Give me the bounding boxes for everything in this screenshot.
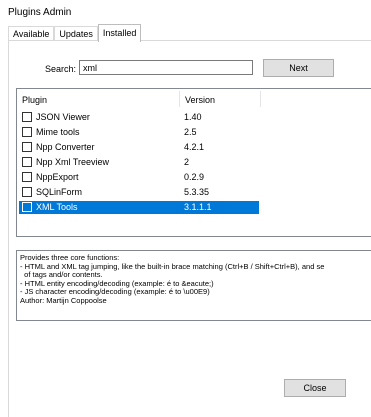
- plugin-name: Npp Converter: [36, 142, 95, 152]
- search-input[interactable]: [79, 60, 253, 75]
- plugin-version: 1.40: [184, 112, 202, 122]
- plugin-row[interactable]: SQLinForm 5.3.35: [19, 186, 259, 199]
- plugin-version: 2: [184, 157, 190, 167]
- tab-available[interactable]: Available: [8, 26, 55, 41]
- plugin-row[interactable]: NppExport 0.2.9: [19, 171, 259, 184]
- plugin-checkbox[interactable]: [22, 202, 32, 212]
- plugin-version: 0.2.9: [184, 172, 205, 182]
- plugin-row[interactable]: Mime tools 2.5: [19, 126, 259, 139]
- column-header-version[interactable]: Version: [185, 95, 215, 105]
- column-separator[interactable]: [179, 91, 180, 107]
- window-title: Plugins Admin: [8, 7, 72, 18]
- close-button[interactable]: Close: [284, 379, 346, 397]
- plugin-name: Mime tools: [36, 127, 80, 137]
- plugin-version: 5.3.35: [184, 187, 210, 197]
- plugin-version: 3.1.1.1: [184, 202, 212, 212]
- column-separator[interactable]: [260, 91, 261, 107]
- plugin-checkbox[interactable]: [22, 142, 32, 152]
- plugin-version: 2.5: [184, 127, 197, 137]
- plugin-row-selected[interactable]: XML Tools 3.1.1.1: [19, 201, 259, 214]
- plugin-checkbox[interactable]: [22, 187, 32, 197]
- plugin-checkbox[interactable]: [22, 112, 32, 122]
- column-header-plugin[interactable]: Plugin: [22, 95, 47, 105]
- plugin-row[interactable]: JSON Viewer 1.40: [19, 111, 259, 124]
- plugin-name: XML Tools: [36, 202, 78, 212]
- plugin-checkbox[interactable]: [22, 127, 32, 137]
- plugin-name: SQLinForm: [36, 187, 83, 197]
- plugin-list: Plugin Version JSON Viewer 1.40 Mime too…: [16, 88, 371, 237]
- tab-updates[interactable]: Updates: [54, 26, 98, 41]
- plugin-name: Npp Xml Treeview: [36, 157, 110, 167]
- plugin-row[interactable]: Npp Converter 4.2.1: [19, 141, 259, 154]
- plugin-row[interactable]: Npp Xml Treeview 2: [19, 156, 259, 169]
- plugin-version: 4.2.1: [184, 142, 205, 152]
- tab-installed[interactable]: Installed: [97, 24, 142, 42]
- next-button[interactable]: Next: [263, 59, 334, 77]
- tab-strip: Available Updates Installed: [8, 24, 142, 42]
- search-label: Search:: [45, 64, 77, 74]
- list-header: Plugin Version: [17, 89, 371, 109]
- plugin-checkbox[interactable]: [22, 157, 32, 167]
- plugin-checkbox[interactable]: [22, 172, 32, 182]
- plugin-description[interactable]: Provides three core functions: - HTML an…: [16, 250, 371, 321]
- plugin-name: JSON Viewer: [36, 112, 90, 122]
- description-line: Author: Martijn Coppoolse: [20, 295, 107, 305]
- plugin-name: NppExport: [36, 172, 79, 182]
